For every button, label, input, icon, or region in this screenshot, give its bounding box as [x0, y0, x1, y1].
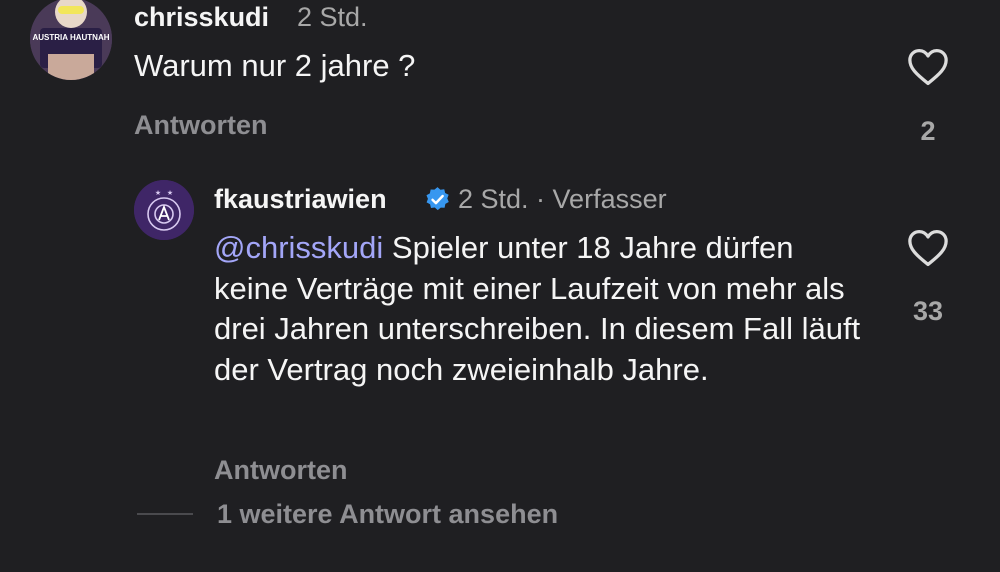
comment-time: 2 Std.: [297, 2, 368, 32]
like-count: 2: [920, 116, 936, 146]
avatar-chrisskudi[interactable]: AUSTRIA HAUTNAH: [30, 0, 112, 80]
heart-icon[interactable]: [907, 229, 949, 267]
svg-text:★: ★: [167, 189, 173, 197]
avatar-fkaustriawien[interactable]: ★ ★: [134, 180, 194, 240]
reply-meta: 2 Std. · Verfasser: [458, 184, 667, 214]
mention-link[interactable]: @chrisskudi: [214, 230, 383, 265]
reply-username[interactable]: fkaustriawien: [214, 184, 387, 215]
view-more-replies-button[interactable]: 1 weitere Antwort ansehen: [217, 499, 558, 530]
reply-button[interactable]: Antworten: [214, 455, 347, 486]
verified-badge-icon: [426, 187, 449, 211]
reply-button[interactable]: Antworten: [134, 110, 267, 141]
comments-thread: AUSTRIA HAUTNAH chrisskudi 2 Std. Warum …: [0, 0, 1000, 572]
comment-username[interactable]: chrisskudi: [134, 2, 269, 33]
club-logo-icon: ★ ★: [134, 180, 194, 240]
comment-text: Warum nur 2 jahre ?: [134, 48, 416, 83]
avatar-image: AUSTRIA HAUTNAH: [30, 0, 112, 80]
avatar-text-1: AUSTRIA HAUTNAH: [32, 33, 109, 42]
svg-text:★: ★: [155, 189, 161, 197]
thread-divider: [137, 513, 193, 515]
reply-text: @chrisskudi Spieler unter 18 Jahre dürfe…: [214, 228, 864, 390]
like-count: 33: [912, 296, 944, 326]
heart-icon[interactable]: [907, 48, 949, 86]
